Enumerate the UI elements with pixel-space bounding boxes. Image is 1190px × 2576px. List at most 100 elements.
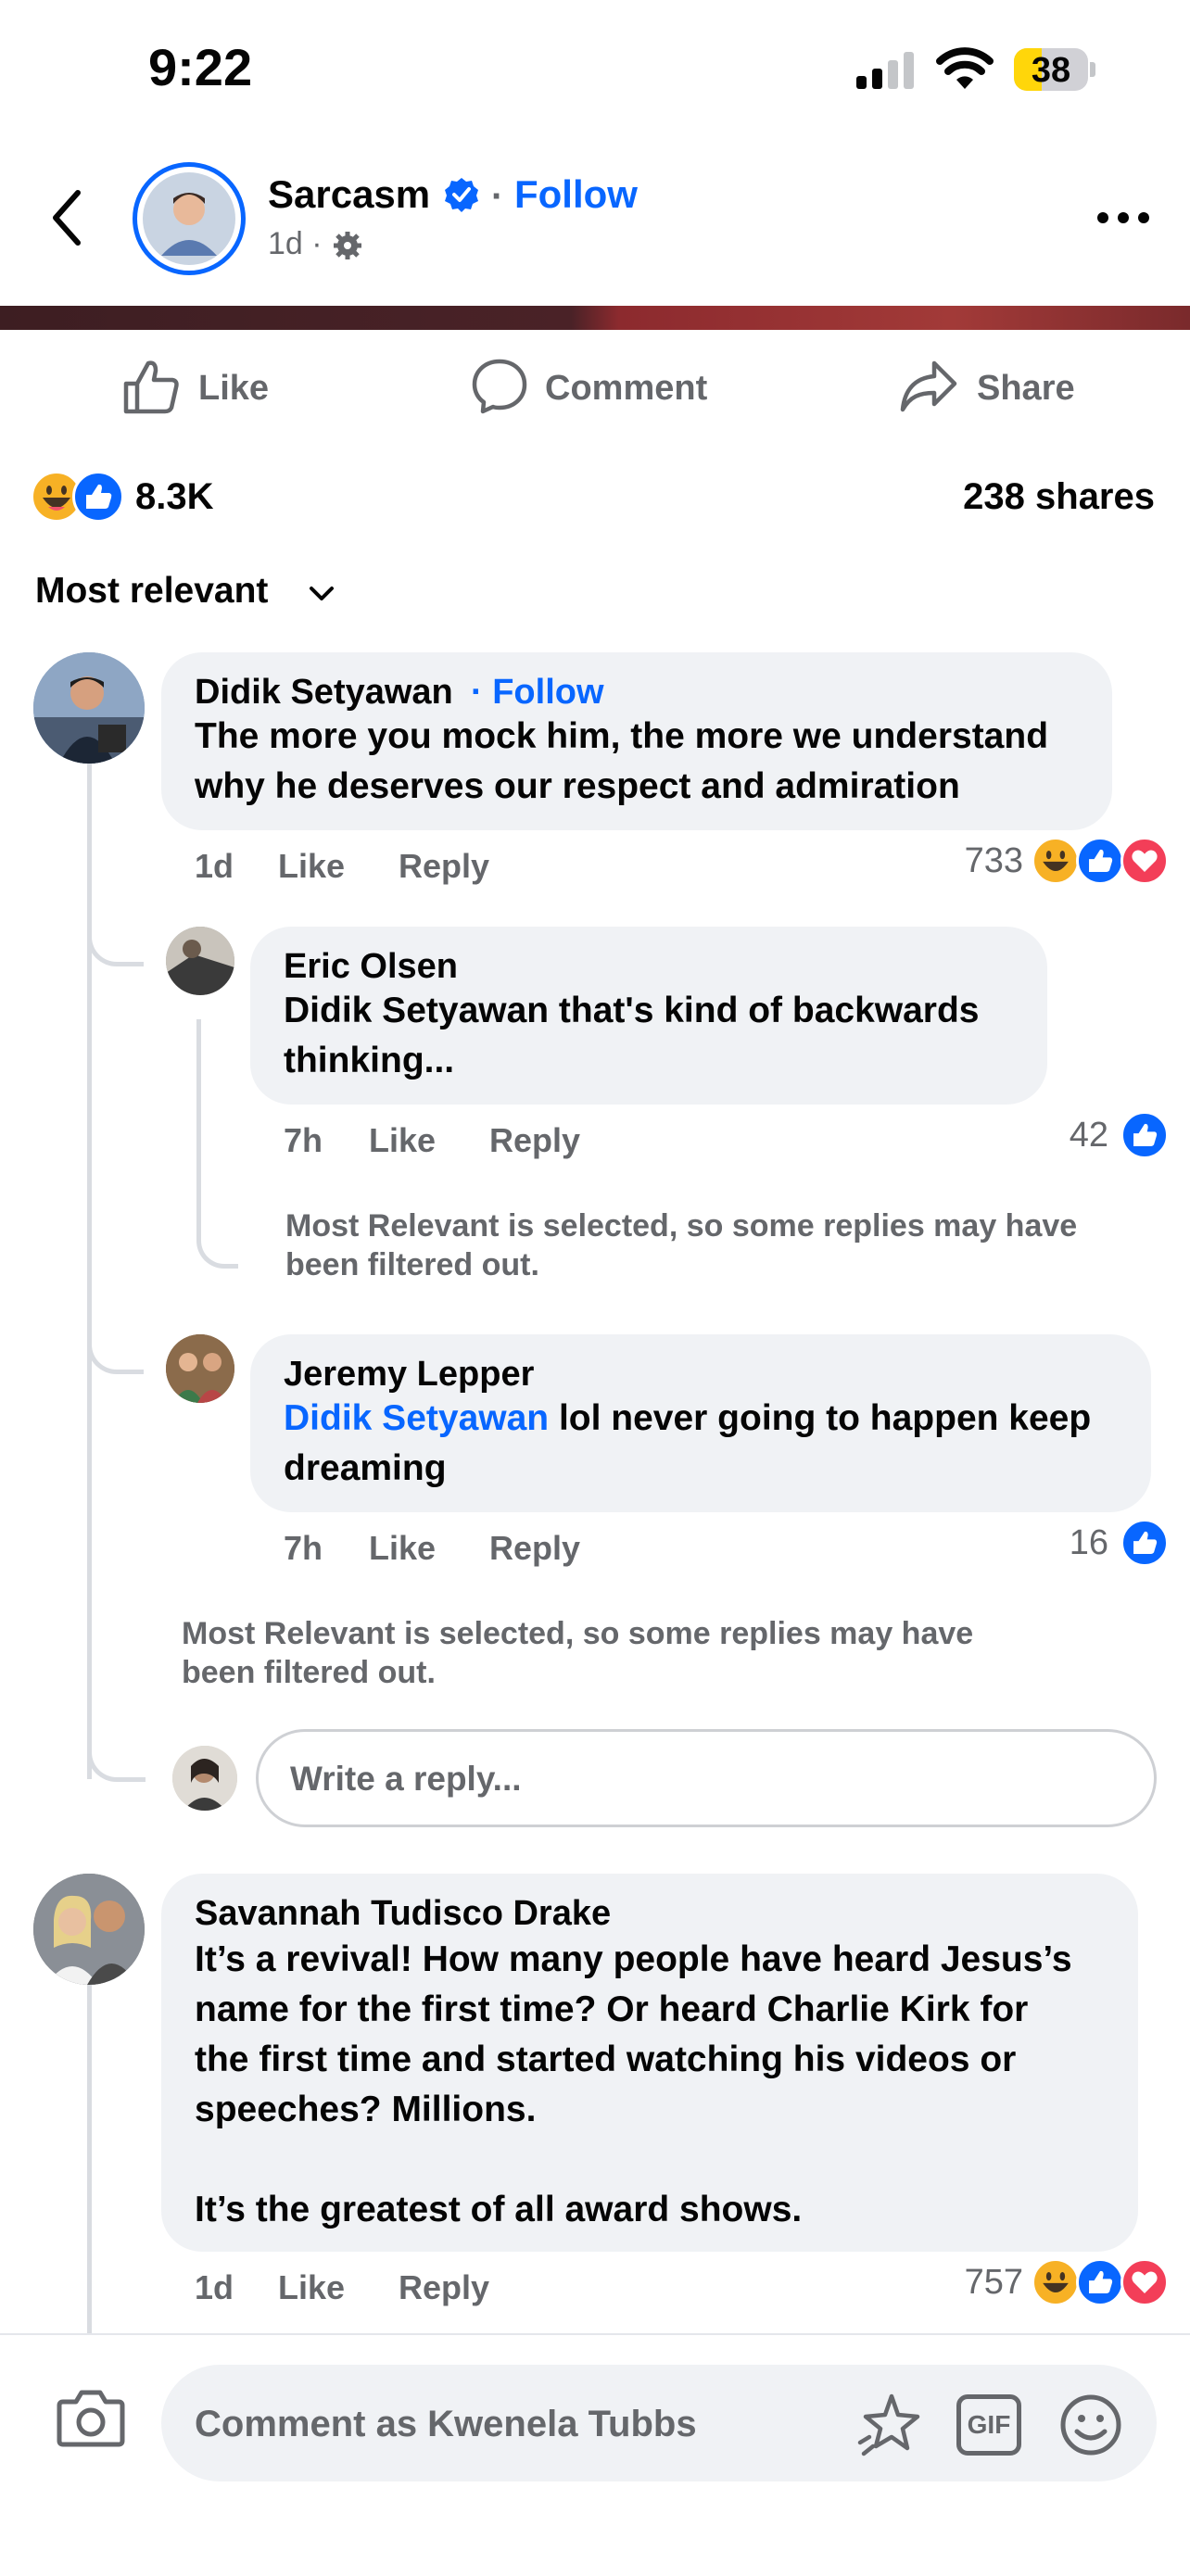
comment-text-savannah-line1: It’s a revival! How many people have hea… bbox=[195, 1939, 1072, 1979]
gif-button[interactable]: GIF bbox=[956, 2394, 1021, 2456]
reaction-count[interactable]: 8.3K bbox=[135, 476, 214, 518]
thread-branch-reply bbox=[87, 1724, 146, 1782]
status-time: 9:22 bbox=[148, 38, 253, 96]
sort-label: Most relevant bbox=[35, 571, 269, 611]
comment-reply-eric[interactable]: Reply bbox=[489, 1121, 580, 1160]
post-image-edge bbox=[0, 306, 1190, 330]
comment-like-jeremy[interactable]: Like bbox=[369, 1529, 436, 1568]
reaction-count-didik[interactable]: 733 bbox=[927, 841, 1023, 881]
comment-time-jeremy: 7h bbox=[284, 1529, 323, 1567]
battery-level: 38 bbox=[1031, 51, 1071, 90]
camera-icon bbox=[57, 2390, 125, 2447]
camera-button[interactable] bbox=[56, 2385, 126, 2450]
comment-text-savannah-line5: It’s the greatest of all award shows. bbox=[195, 2190, 803, 2229]
like-reaction-icon bbox=[1076, 2258, 1124, 2306]
comment-text-savannah-line2: name for the first time? Or heard Charli… bbox=[195, 1989, 1029, 2029]
comment-button[interactable]: Comment bbox=[471, 356, 730, 417]
ellipsis-icon bbox=[1097, 212, 1149, 223]
thread-branch-jeremy bbox=[87, 1316, 144, 1374]
battery-icon: 38 bbox=[1014, 48, 1095, 91]
smiley-icon bbox=[1060, 2394, 1121, 2456]
like-button[interactable]: Like bbox=[120, 356, 287, 417]
comment-time-eric: 7h bbox=[284, 1121, 323, 1159]
like-label: Like bbox=[198, 369, 270, 408]
thread-line-eric bbox=[196, 1019, 238, 1269]
cellular-signal-icon bbox=[855, 48, 919, 91]
avatar-didik[interactable] bbox=[33, 652, 145, 764]
filter-note-line2: been filtered out. bbox=[182, 1655, 436, 1690]
sparkle-star-icon bbox=[857, 2393, 920, 2456]
follow-page-button[interactable]: Follow bbox=[514, 172, 638, 217]
chevron-left-icon bbox=[53, 190, 81, 246]
comment-placeholder: Comment as Kwenela Tubbs bbox=[195, 2404, 697, 2444]
commenter-name-savannah[interactable]: Savannah Tudisco Drake bbox=[195, 1894, 611, 1934]
comment-like-eric[interactable]: Like bbox=[369, 1121, 436, 1160]
avatar-jeremy[interactable] bbox=[166, 1334, 234, 1403]
share-button[interactable]: Share bbox=[899, 356, 1084, 417]
comment-like-didik[interactable]: Like bbox=[278, 847, 345, 886]
verified-badge-icon bbox=[443, 176, 480, 213]
filter-note-eric-line1: Most Relevant is selected, so some repli… bbox=[285, 1208, 1078, 1244]
reaction-count-eric[interactable]: 42 bbox=[1019, 1116, 1108, 1155]
like-reaction-icon bbox=[1120, 1519, 1169, 1567]
comment-label: Comment bbox=[545, 369, 708, 408]
back-button[interactable] bbox=[44, 185, 91, 250]
haha-reaction-icon bbox=[1032, 2258, 1080, 2306]
thread-line-savannah bbox=[87, 1985, 92, 2337]
comment-text-jeremy-rest: lol never going to happen keep bbox=[549, 1398, 1092, 1438]
more-options-button[interactable] bbox=[1090, 204, 1157, 232]
filter-note-eric-line2: been filtered out. bbox=[285, 1247, 539, 1282]
comment-text-didik-line2: why he deserves our respect and admirati… bbox=[195, 766, 960, 806]
comment-reply-didik[interactable]: Reply bbox=[399, 847, 489, 886]
comment-bubble-icon bbox=[472, 359, 527, 414]
comment-text-savannah-line3: the first time and started watching his … bbox=[195, 2039, 1017, 2079]
comment-time-savannah: 1d bbox=[195, 2268, 234, 2306]
gif-label: GIF bbox=[967, 2410, 1011, 2439]
post-time: 1d · bbox=[268, 226, 323, 261]
sort-dropdown[interactable]: Most relevant bbox=[35, 567, 350, 619]
emoji-button[interactable] bbox=[1058, 2393, 1123, 2457]
love-reaction-icon bbox=[1120, 2258, 1169, 2306]
mention-didik[interactable]: Didik Setyawan bbox=[284, 1398, 549, 1438]
comment-input[interactable]: Comment as Kwenela Tubbs GIF bbox=[161, 2365, 1157, 2481]
thumbs-up-icon bbox=[123, 360, 179, 414]
comment-text-savannah-line4: speeches? Millions. bbox=[195, 2090, 537, 2129]
avatar-eric[interactable] bbox=[166, 927, 234, 995]
avatar-savannah[interactable] bbox=[33, 1874, 145, 1985]
comment-text-didik-line1: The more you mock him, the more we under… bbox=[195, 716, 1049, 756]
reaction-count-savannah[interactable]: 757 bbox=[927, 2263, 1023, 2303]
comment-text-eric-line1: Didik Setyawan that's kind of backwards bbox=[284, 991, 980, 1030]
like-reaction-icon bbox=[1120, 1111, 1169, 1159]
page-name[interactable]: Sarcasm bbox=[268, 172, 430, 217]
comment-text-jeremy-line2: dreaming bbox=[284, 1448, 447, 1488]
share-label: Share bbox=[977, 369, 1075, 408]
like-reaction-icon bbox=[72, 471, 124, 523]
haha-reaction-icon bbox=[1032, 837, 1080, 885]
page-avatar[interactable] bbox=[133, 162, 246, 275]
like-reaction-icon bbox=[1076, 837, 1124, 885]
comment-reply-savannah[interactable]: Reply bbox=[399, 2268, 489, 2307]
wifi-icon bbox=[936, 44, 994, 91]
filter-note-line1: Most Relevant is selected, so some repli… bbox=[182, 1616, 974, 1651]
thread-branch-eric bbox=[87, 908, 144, 966]
commenter-name-didik[interactable]: Didik Setyawan bbox=[195, 673, 453, 713]
avatar-current-user bbox=[172, 1746, 237, 1811]
comment-like-savannah[interactable]: Like bbox=[278, 2268, 345, 2307]
reply-input[interactable]: Write a reply... bbox=[256, 1729, 1157, 1827]
commenter-name-jeremy[interactable]: Jeremy Lepper bbox=[284, 1355, 534, 1395]
comment-time-didik: 1d bbox=[195, 847, 234, 885]
audience-gear-icon bbox=[332, 230, 363, 261]
header-dot: · bbox=[491, 176, 504, 217]
share-count[interactable]: 238 shares bbox=[963, 476, 1155, 518]
reaction-count-jeremy[interactable]: 16 bbox=[1019, 1523, 1108, 1563]
comment-reply-jeremy[interactable]: Reply bbox=[489, 1529, 580, 1568]
composer-bar: Comment as Kwenela Tubbs GIF bbox=[0, 2333, 1190, 2576]
commenter-name-eric[interactable]: Eric Olsen bbox=[284, 947, 458, 987]
chevron-down-icon bbox=[310, 587, 334, 600]
reply-placeholder: Write a reply... bbox=[290, 1760, 522, 1798]
comment-text-eric-line2: thinking... bbox=[284, 1041, 455, 1080]
comment-text-jeremy-line1: Didik Setyawan lol never going to happen… bbox=[284, 1394, 1091, 1444]
follow-didik-button[interactable]: · Follow bbox=[471, 673, 604, 713]
avatar-sticker-button[interactable] bbox=[855, 2391, 925, 2461]
love-reaction-icon bbox=[1120, 837, 1169, 885]
